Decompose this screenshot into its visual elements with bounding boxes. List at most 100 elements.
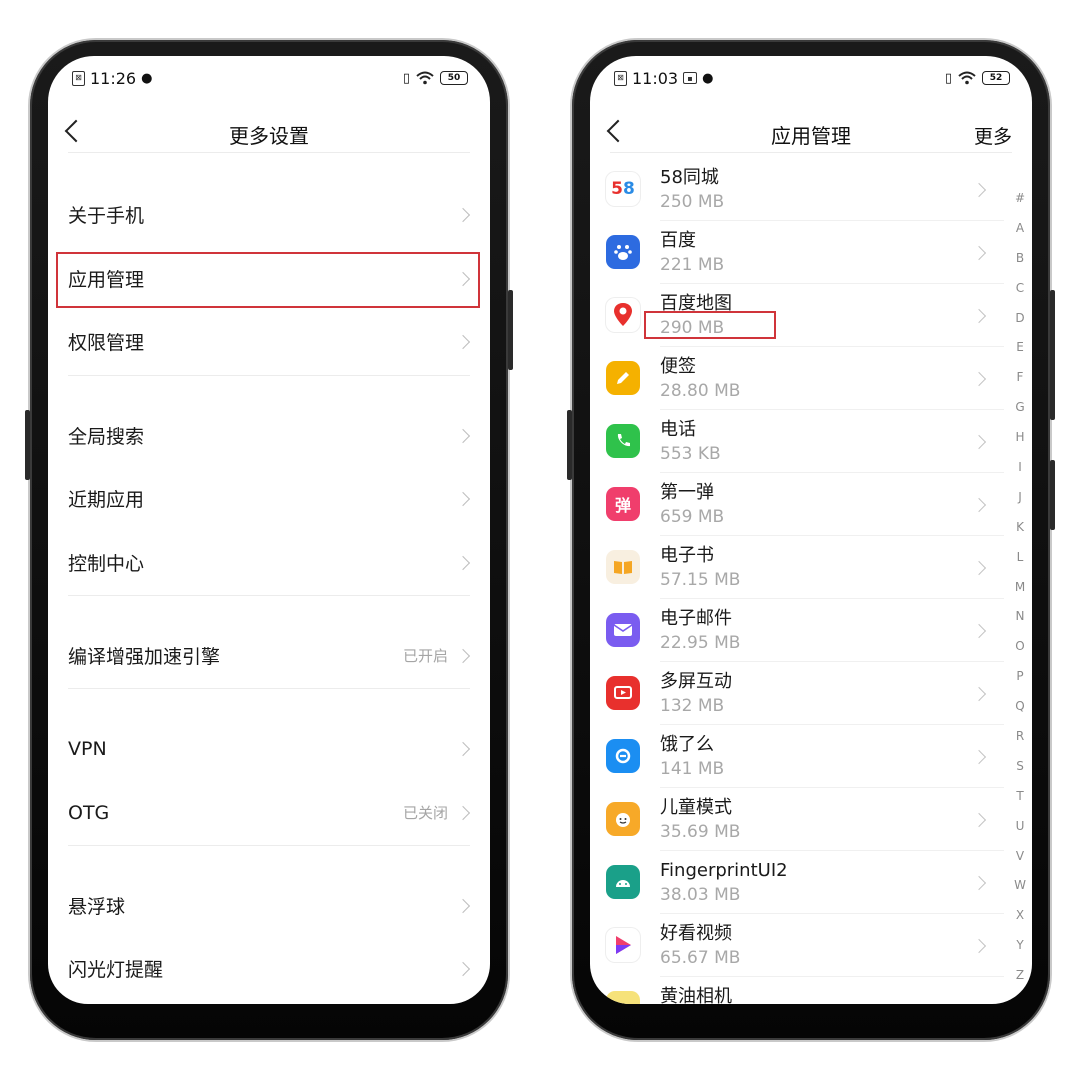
- app-text: 饿了么 141 MB: [660, 733, 724, 781]
- app-name: 百度: [660, 230, 696, 251]
- chevron-right-icon: [971, 749, 987, 765]
- alphabet-letter[interactable]: J: [1018, 483, 1022, 513]
- chevron-right-icon: [971, 371, 987, 387]
- alphabet-letter[interactable]: A: [1016, 214, 1024, 244]
- chevron-right-icon: [455, 491, 471, 506]
- settings-row-recent-apps[interactable]: 近期应用: [48, 467, 490, 530]
- app-row[interactable]: 饿了么 141 MB: [590, 725, 1004, 788]
- app-row[interactable]: 弹第一弹 659 MB: [590, 473, 1004, 536]
- app-size: 28.80 MB: [660, 381, 741, 401]
- row-label: 近期应用: [68, 489, 145, 511]
- app-size: 250 MB: [660, 192, 725, 212]
- phone-icon: [606, 424, 640, 458]
- settings-row-global-search[interactable]: 全局搜索: [48, 404, 490, 467]
- chevron-right-icon: [455, 741, 471, 756]
- alphabet-index[interactable]: # A B C D E F G H I J K L M N O P Q R S T U V W X Y Z: [1012, 184, 1028, 991]
- app-row[interactable]: 好看视频 65.67 MB: [590, 914, 1004, 977]
- phone-frame-left: ⊠ 11:26 ● ▯ 50 更多设置 关于手机 应用管理 权限管理 全局搜索 …: [25, 40, 513, 1040]
- alphabet-letter[interactable]: G: [1015, 393, 1024, 423]
- app-row[interactable]: 儿童模式 35.69 MB: [590, 788, 1004, 851]
- settings-row-permission-management[interactable]: 权限管理: [48, 310, 490, 373]
- app-row[interactable]: 便签 28.80 MB: [590, 347, 1004, 410]
- app-row[interactable]: 多屏互动 132 MB: [590, 662, 1004, 725]
- app-name: 黄油相机: [660, 986, 732, 1004]
- app-name: 电子邮件: [660, 608, 732, 629]
- alphabet-letter[interactable]: Z: [1016, 961, 1024, 991]
- notification-icon: ▪: [683, 72, 698, 84]
- sim-icon: ⊠: [614, 70, 627, 86]
- alphabet-letter[interactable]: O: [1015, 632, 1024, 662]
- highlight-box: [56, 252, 480, 308]
- wifi-icon: [416, 71, 434, 85]
- alphabet-letter[interactable]: F: [1017, 363, 1024, 393]
- wifi-icon: [958, 71, 976, 85]
- settings-row-otg[interactable]: OTG 已关闭: [48, 781, 490, 844]
- app-text: 58同城 250 MB: [660, 166, 724, 214]
- status-bar: ⊠ 11:03 ▪ ● ▯ 52: [614, 66, 1010, 90]
- app-row[interactable]: 电子书 57.15 MB: [590, 536, 1004, 599]
- alphabet-letter[interactable]: X: [1016, 901, 1024, 931]
- app-row[interactable]: FingerprintUI2 38.03 MB: [590, 851, 1004, 914]
- back-arrow-icon[interactable]: [606, 119, 630, 143]
- settings-row-vpn[interactable]: VPN: [48, 717, 490, 780]
- alphabet-letter[interactable]: T: [1016, 782, 1023, 812]
- screen-more-settings: ⊠ 11:26 ● ▯ 50 更多设置 关于手机 应用管理 权限管理 全局搜索 …: [48, 56, 490, 1004]
- app-text: 儿童模式 35.69 MB: [660, 796, 740, 844]
- alphabet-letter[interactable]: E: [1016, 333, 1024, 363]
- alphabet-letter[interactable]: #: [1015, 184, 1025, 214]
- alphabet-letter[interactable]: M: [1015, 573, 1025, 603]
- alphabet-letter[interactable]: V: [1016, 842, 1024, 872]
- alphabet-letter[interactable]: I: [1018, 453, 1022, 483]
- app-text: 好看视频 65.67 MB: [660, 922, 740, 970]
- battery-icon: 52: [982, 71, 1010, 85]
- app-text: FingerprintUI2 38.03 MB: [660, 859, 788, 907]
- app-row[interactable]: 电话 553 KB: [590, 410, 1004, 473]
- more-button[interactable]: 更多: [974, 122, 1012, 149]
- alphabet-letter[interactable]: U: [1016, 812, 1025, 842]
- chevron-right-icon: [455, 805, 471, 820]
- alphabet-letter[interactable]: Y: [1016, 931, 1023, 961]
- app-row[interactable]: 58 58同城 250 MB: [590, 158, 1004, 221]
- settings-row-about-phone[interactable]: 关于手机: [48, 183, 490, 246]
- divider: [68, 688, 470, 689]
- settings-row-compile-boost[interactable]: 编译增强加速引擎 已开启: [48, 624, 490, 687]
- app-name: 饿了么: [660, 734, 714, 755]
- alphabet-letter[interactable]: B: [1016, 244, 1024, 274]
- eleme-icon: [606, 739, 640, 773]
- power-button: [1050, 290, 1055, 420]
- chevron-right-icon: [971, 938, 987, 954]
- app-row[interactable]: 百度 221 MB: [590, 221, 1004, 284]
- app-text: 第一弹 659 MB: [660, 481, 724, 529]
- alphabet-letter[interactable]: K: [1016, 513, 1024, 543]
- volume-button: [1050, 460, 1055, 530]
- chevron-right-icon: [971, 245, 987, 261]
- app-size: 132 MB: [660, 696, 725, 716]
- app-name: 多屏互动: [660, 671, 732, 692]
- alphabet-letter[interactable]: L: [1017, 543, 1024, 573]
- alphabet-letter[interactable]: Q: [1015, 692, 1024, 722]
- app-row[interactable]: 黄油相机: [590, 977, 1004, 1004]
- chevron-right-icon: [455, 207, 471, 222]
- alphabet-letter[interactable]: H: [1015, 423, 1024, 453]
- alphabet-letter[interactable]: S: [1016, 752, 1024, 782]
- alphabet-letter[interactable]: W: [1014, 871, 1026, 901]
- row-label: 权限管理: [68, 332, 145, 354]
- back-arrow-icon[interactable]: [64, 119, 88, 143]
- settings-row-control-center[interactable]: 控制中心: [48, 531, 490, 594]
- chevron-right-icon: [971, 560, 987, 576]
- battery-icon: 50: [440, 71, 468, 85]
- row-label: 悬浮球: [68, 896, 126, 918]
- alphabet-letter[interactable]: D: [1015, 304, 1024, 334]
- chevron-right-icon: [971, 308, 987, 324]
- settings-row-floating-ball[interactable]: 悬浮球: [48, 874, 490, 937]
- alphabet-letter[interactable]: N: [1016, 602, 1025, 632]
- phone-frame-right: ⊠ 11:03 ▪ ● ▯ 52 应用管理 更多 58 58同城 250 MB 百度 2…: [567, 40, 1055, 1040]
- app-row[interactable]: 电子邮件 22.95 MB: [590, 599, 1004, 662]
- alphabet-letter[interactable]: P: [1016, 662, 1023, 692]
- settings-row-flash-reminder[interactable]: 闪光灯提醒: [48, 937, 490, 1000]
- alphabet-letter[interactable]: R: [1016, 722, 1024, 752]
- vibrate-icon: ▯: [402, 70, 410, 86]
- app-size: 38.03 MB: [660, 885, 741, 905]
- alphabet-letter[interactable]: C: [1016, 274, 1024, 304]
- status-bar: ⊠ 11:26 ● ▯ 50: [72, 66, 468, 90]
